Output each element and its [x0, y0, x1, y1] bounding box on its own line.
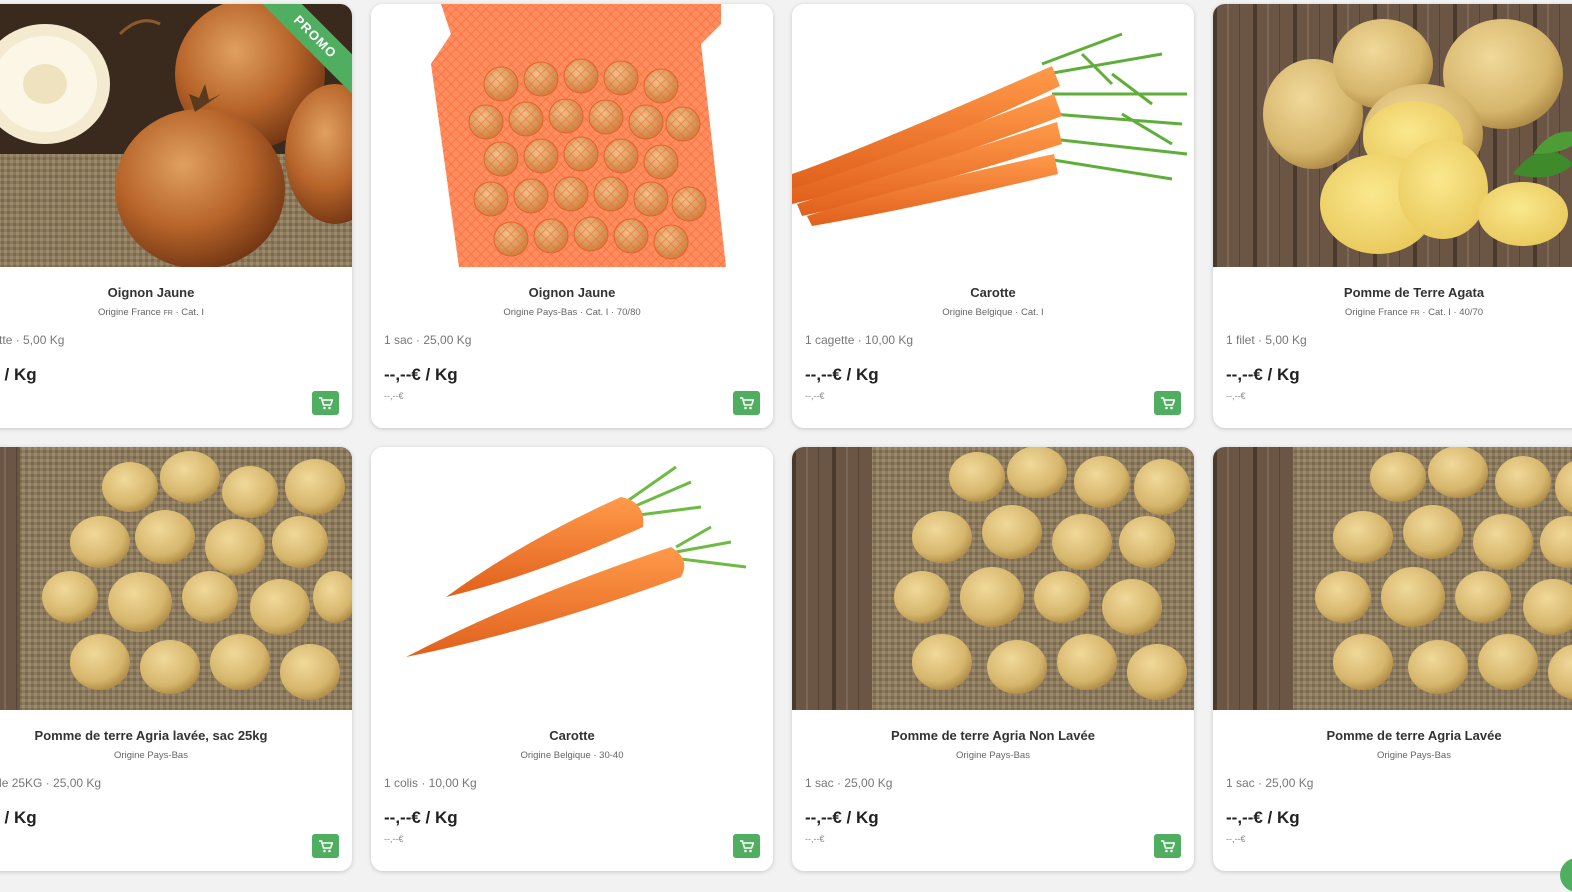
product-price: --,--€ / Kg: [805, 365, 879, 384]
product-unit-price: --,--€: [384, 834, 404, 844]
product-origin: Origine Pays-Bas: [114, 750, 188, 761]
add-to-cart-button[interactable]: [733, 391, 760, 415]
product-origin: Origine Belgique · Cat. I: [942, 307, 1044, 318]
product-title: Oignon Jaune: [107, 285, 195, 300]
product-price: --,--€ / Kg: [1226, 365, 1300, 384]
product-card[interactable]: Carotte Origine Belgique · Cat. I 1 cage…: [792, 4, 1194, 428]
cart-icon: [318, 396, 333, 409]
product-unit-price: --,--€: [805, 391, 825, 401]
product-origin: Origine Pays-Bas · Cat. I · 70/80: [503, 307, 641, 318]
add-to-cart-button[interactable]: [733, 834, 760, 858]
product-quantity: 1 cagette · 5,00 Kg: [0, 333, 65, 347]
add-to-cart-button[interactable]: [312, 834, 339, 858]
product-origin: Origine France FR · Cat. I · 40/70: [1344, 307, 1484, 318]
cart-icon: [318, 839, 333, 852]
carrot-image[interactable]: [371, 447, 773, 710]
product-title: Pomme de Terre Agata: [1343, 285, 1485, 300]
product-origin: Origine Pays-Bas: [956, 750, 1030, 761]
carrot-bunch-image[interactable]: [792, 4, 1194, 267]
cart-icon: [739, 839, 754, 852]
add-to-cart-button[interactable]: [1154, 391, 1181, 415]
product-price: --,--€ / Kg: [805, 808, 879, 827]
product-card[interactable]: Carotte Origine Belgique · 30-40 1 colis…: [371, 447, 773, 871]
product-unit-price: --,--€: [805, 834, 825, 844]
product-card[interactable]: Pomme de terre Agria Lavée Origine Pays-…: [1213, 447, 1572, 871]
add-to-cart-button[interactable]: [1154, 834, 1181, 858]
cart-icon: [1160, 839, 1175, 852]
product-quantity: 1 cagette · 10,00 Kg: [805, 333, 914, 347]
flag-label: FR: [1410, 310, 1420, 317]
potato-image[interactable]: [1213, 447, 1572, 710]
product-unit-price: --,--€: [384, 391, 404, 401]
product-quantity: 1 filet · 5,00 Kg: [1226, 333, 1307, 347]
product-unit-price: --,--€: [1226, 834, 1246, 844]
potato-image[interactable]: [0, 447, 352, 710]
cart-icon: [1160, 396, 1175, 409]
product-quantity: 1 colis · 10,00 Kg: [384, 776, 477, 790]
product-title: Pomme de terre Agria Non Lavée: [891, 728, 1095, 743]
product-card[interactable]: Oignon Jaune Origine Pays-Bas · Cat. I ·…: [371, 4, 773, 428]
product-title: Pomme de terre Agria lavée, sac 25kg: [34, 728, 268, 743]
product-card[interactable]: Pomme de terre Agria lavée, sac 25kg Ori…: [0, 447, 352, 871]
product-title: Pomme de terre Agria Lavée: [1326, 728, 1502, 743]
product-origin: Origine Belgique · 30-40: [520, 750, 624, 761]
product-title: Carotte: [970, 285, 1016, 300]
product-quantity: 1 sac · 25,00 Kg: [1226, 776, 1314, 790]
onion-sack-image[interactable]: [371, 4, 773, 267]
product-quantity: 1 sac · 25,00 Kg: [384, 333, 472, 347]
add-to-cart-button[interactable]: [312, 391, 339, 415]
cart-icon: [739, 396, 754, 409]
product-price: --,--€ / Kg: [0, 365, 37, 384]
product-title: Oignon Jaune: [528, 285, 616, 300]
product-unit-price: --,--€: [1226, 391, 1246, 401]
product-price: --,--€ / Kg: [1226, 808, 1300, 827]
flag-label: FR: [163, 310, 173, 317]
potato-agata-image[interactable]: [1213, 4, 1572, 267]
product-card[interactable]: PROMO Oignon Jaune Origine France FR · C…: [0, 4, 352, 428]
product-quantity: 1 sac de 25KG · 25,00 Kg: [0, 776, 102, 790]
product-price: --,--€ / Kg: [384, 365, 458, 384]
onion-image[interactable]: PROMO: [0, 4, 352, 267]
product-origin: Origine Pays-Bas: [1377, 750, 1451, 761]
product-card[interactable]: Pomme de terre Agria Non Lavée Origine P…: [792, 447, 1194, 871]
product-price: --,--€ / Kg: [0, 808, 37, 827]
product-price: --,--€ / Kg: [384, 808, 458, 827]
product-quantity: 1 sac · 25,00 Kg: [805, 776, 893, 790]
product-card[interactable]: Pomme de Terre Agata Origine France FR ·…: [1213, 4, 1572, 428]
product-title: Carotte: [549, 728, 595, 743]
potato-image[interactable]: [792, 447, 1194, 710]
product-origin: Origine France FR · Cat. I: [98, 307, 204, 318]
